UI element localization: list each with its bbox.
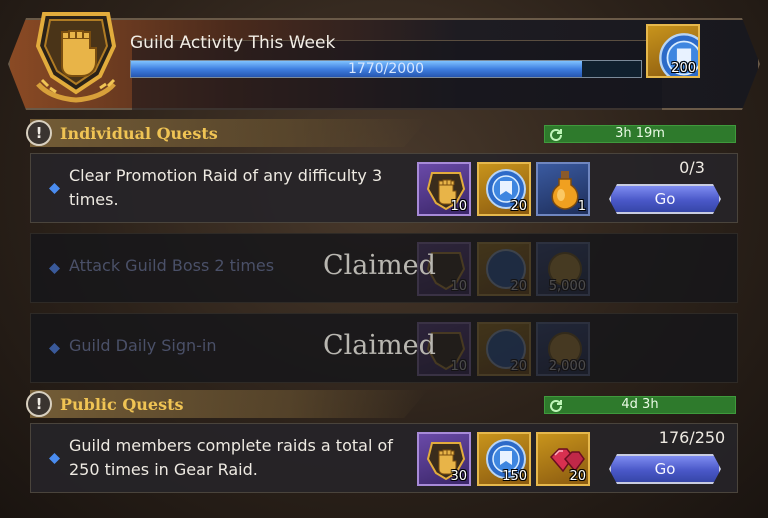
go-button[interactable]: Go [609, 184, 721, 214]
quest-progress: 176/250 [658, 428, 726, 447]
progress-value: 1770/2000 [348, 61, 424, 77]
reward-qty: 10 [450, 359, 467, 374]
reward-qty: 1 [577, 199, 586, 214]
reward-qty: 30 [450, 469, 467, 484]
refresh-icon [550, 400, 562, 412]
reward-slot: 20 [477, 322, 531, 376]
reward-slot[interactable]: 10 [417, 162, 471, 216]
timer-text: 4d 3h [621, 397, 659, 412]
info-icon[interactable]: ! [26, 391, 52, 417]
diamond-bullet-icon [49, 343, 60, 354]
reward-qty: 150 [502, 469, 527, 484]
reward-qty: 5,000 [548, 279, 586, 294]
reward-qty: 20 [510, 279, 527, 294]
reward-slot: 20 [477, 242, 531, 296]
reward-slot: 2,000 [536, 322, 590, 376]
diamond-bullet-icon [49, 453, 60, 464]
reward-slot[interactable]: 1 [536, 162, 590, 216]
reward-slot[interactable]: 20 [477, 162, 531, 216]
guild-activity-progress-bar: 1770/2000 [130, 60, 642, 78]
refresh-icon [550, 129, 562, 141]
public-quests-title: Public Quests [60, 395, 184, 414]
reward-qty: 20 [510, 199, 527, 214]
timer-text: 3h 19m [615, 126, 665, 141]
chest-qty: 200 [671, 61, 696, 76]
quest-progress: 0/3 [679, 158, 705, 177]
quest-row-claimed: Attack Guild Boss 2 times 10 20 5,000 Cl… [30, 233, 738, 303]
reward-slot: 5,000 [536, 242, 590, 296]
claimed-status: Claimed [323, 330, 436, 361]
diamond-bullet-icon [49, 263, 60, 274]
info-icon[interactable]: ! [26, 120, 52, 146]
quest-description: Guild members complete raids a total of … [69, 436, 393, 479]
quest-description: Clear Promotion Raid of any difficulty 3… [69, 166, 383, 209]
individual-quests-timer: 3h 19m [544, 125, 736, 143]
diamond-bullet-icon [49, 183, 60, 194]
go-button[interactable]: Go [609, 454, 721, 484]
reward-slot[interactable]: 150 [477, 432, 531, 486]
reward-qty: 20 [510, 359, 527, 374]
public-quests-timer: 4d 3h [544, 396, 736, 414]
weekly-reward-chest[interactable]: 200 [646, 24, 700, 78]
reward-qty: 10 [450, 199, 467, 214]
reward-qty: 20 [569, 469, 586, 484]
quest-row: Guild members complete raids a total of … [30, 423, 738, 493]
individual-quests-title: Individual Quests [60, 124, 218, 143]
quest-row: Clear Promotion Raid of any difficulty 3… [30, 153, 738, 223]
guild-fist-emblem-icon [35, 12, 117, 103]
quest-row-claimed: Guild Daily Sign-in 10 20 2,000 Claimed [30, 313, 738, 383]
guild-activity-title: Guild Activity This Week [130, 33, 336, 53]
reward-slot[interactable]: 20 [536, 432, 590, 486]
reward-qty: 10 [450, 279, 467, 294]
reward-slot[interactable]: 30 [417, 432, 471, 486]
reward-qty: 2,000 [548, 359, 586, 374]
claimed-status: Claimed [323, 250, 436, 281]
